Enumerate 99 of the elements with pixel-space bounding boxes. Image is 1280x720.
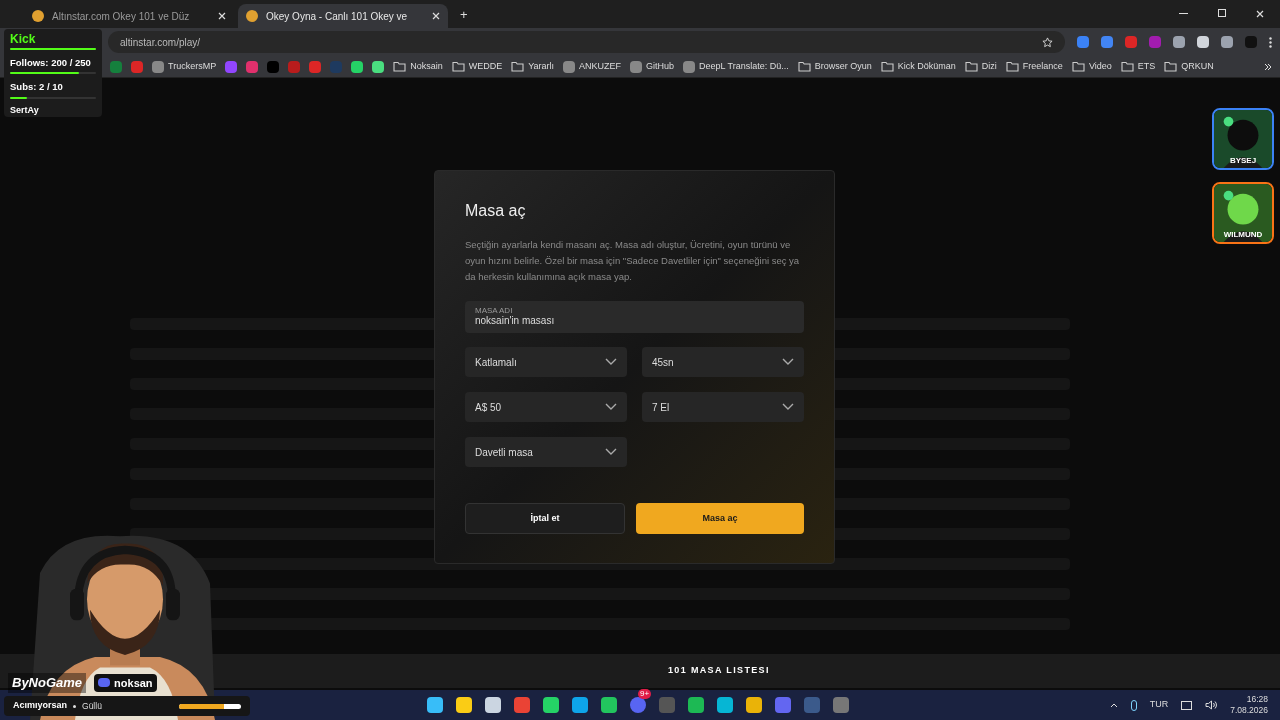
taskbar-app-icon[interactable] — [456, 697, 472, 713]
folder-icon — [880, 61, 894, 72]
follows-goal: Follows: 200 / 250 — [10, 56, 92, 70]
chevron-down-icon — [605, 403, 617, 411]
site-favicon-icon — [246, 10, 258, 22]
close-icon[interactable] — [1256, 10, 1264, 18]
select-dropdown[interactable]: 7 El — [642, 392, 804, 422]
song-artist: Güllü — [82, 699, 102, 713]
field-value: noksain'in masası — [475, 314, 556, 328]
site-favicon-icon — [32, 10, 44, 22]
bookmark[interactable]: Browser Oyun — [797, 59, 872, 74]
bookmark[interactable]: WEDDE — [451, 59, 503, 74]
more-bookmarks-icon[interactable] — [1264, 62, 1272, 71]
subs-goal: Subs: 2 / 10 — [10, 80, 64, 95]
close-icon[interactable] — [218, 12, 226, 20]
guest-name: BYSEJ — [1228, 155, 1258, 167]
notification-badge: 9+ — [638, 689, 652, 699]
platform-title: Kick — [10, 32, 36, 46]
address-bar[interactable]: altinstar.com/play/ — [108, 31, 1065, 53]
browser-tab[interactable]: Altınstar.com Okey 101 ve Düz — [24, 4, 234, 28]
taskbar-app-icon[interactable] — [688, 697, 704, 713]
chevron-down-icon — [605, 448, 617, 456]
extension-icon[interactable] — [1173, 36, 1185, 48]
folder-icon — [511, 61, 525, 72]
taskbar-app-icon[interactable] — [746, 697, 762, 713]
taskbar-app-icon[interactable] — [833, 697, 849, 713]
clock-time: 16:28 — [1246, 694, 1268, 705]
create-table-button[interactable]: Masa aç — [636, 503, 804, 534]
folder-icon — [393, 61, 407, 72]
select-dropdown[interactable]: 45sn — [642, 347, 804, 377]
extension-icon[interactable] — [1101, 36, 1113, 48]
select-dropdown[interactable]: Davetli masa — [465, 437, 627, 467]
folder-icon — [1164, 61, 1178, 72]
tab-title: Altınstar.com Okey 101 ve Düz — [52, 9, 191, 24]
bookmark[interactable]: Yararlı — [511, 59, 555, 74]
folder-icon — [1120, 61, 1134, 72]
bookmark[interactable]: QRKUN — [1164, 59, 1214, 74]
taskbar-app-icon[interactable] — [514, 697, 530, 713]
chevron-down-icon — [605, 358, 617, 366]
bookmark[interactable]: Freelance — [1005, 59, 1063, 74]
taskbar-app-icon[interactable] — [775, 697, 791, 713]
site-icon[interactable] — [683, 60, 696, 73]
site-icon[interactable] — [152, 60, 164, 73]
field-label: MASA ADI — [475, 306, 514, 315]
site-icon[interactable] — [563, 60, 576, 73]
folder-icon — [451, 61, 465, 72]
bookmark[interactable]: TruckersMP — [152, 59, 217, 74]
bookmark[interactable]: Kick Döküman — [880, 59, 956, 74]
latest-supporter: SertAy — [10, 103, 40, 117]
taskbar-app-icon[interactable] — [601, 697, 617, 713]
close-icon[interactable] — [432, 12, 440, 20]
bookmark[interactable]: ETS — [1120, 59, 1156, 74]
taskbar-app-icon[interactable] — [485, 697, 501, 713]
song-title: Acımıyorsan — [13, 699, 68, 713]
bookmark[interactable]: Dizi — [964, 59, 997, 74]
bookmark[interactable]: GitHub — [630, 59, 675, 74]
bookmark[interactable]: Video — [1071, 59, 1112, 74]
dialog-title: Masa aç — [465, 201, 527, 221]
tab-title: Okey Oyna - Canlı 101 Okey ve — [266, 9, 409, 24]
browser-tab[interactable]: Okey Oyna - Canlı 101 Okey ve — [238, 4, 448, 28]
star-icon[interactable] — [1042, 36, 1053, 48]
guest-name: WILMUND — [1222, 229, 1264, 241]
taskbar-app-icon[interactable] — [572, 697, 588, 713]
folder-icon — [1071, 61, 1085, 72]
taskbar-app-icon[interactable] — [630, 697, 646, 713]
cancel-button[interactable]: İptal et — [465, 503, 626, 534]
clock[interactable]: 16:28 7.08.2026 — [1230, 694, 1268, 716]
sponsor-logo: ByNoGame — [8, 673, 87, 693]
taskbar-app-icon[interactable] — [543, 697, 559, 713]
site-icon[interactable] — [630, 60, 643, 73]
url-text: altinstar.com/play/ — [120, 35, 202, 50]
folder-icon — [797, 61, 811, 72]
extension-icon[interactable] — [1221, 36, 1233, 48]
restore-icon[interactable] — [1218, 9, 1226, 17]
keyboard-language[interactable]: TUR — [1149, 698, 1169, 712]
select-dropdown[interactable]: A$ 50 — [465, 392, 627, 422]
bookmark[interactable]: Noksain — [393, 59, 443, 74]
volume-icon[interactable] — [1205, 700, 1218, 710]
taskbar-app-icon[interactable] — [717, 697, 733, 713]
bookmark[interactable]: ANKUZEF — [563, 59, 622, 74]
chevron-down-icon — [782, 403, 794, 411]
menu-icon[interactable] — [1269, 36, 1272, 48]
discord-icon — [98, 678, 111, 688]
bottom-bar-title: 101 MASA LISTESI — [668, 664, 770, 678]
tray-caret-icon[interactable] — [1109, 702, 1118, 708]
table-name-field[interactable]: MASA ADI noksain'in masası — [465, 301, 804, 333]
clock-date: 7.08.2026 — [1230, 705, 1268, 716]
extension-icon[interactable] — [1197, 36, 1209, 48]
taskbar-app-icon[interactable] — [427, 697, 443, 713]
network-icon[interactable] — [1181, 700, 1193, 710]
chevron-down-icon — [782, 358, 794, 366]
new-tab-button[interactable]: + — [460, 5, 468, 25]
dialog-description: Seçtiğin ayarlarla kendi masanı aç. Masa adı oluştur, Ücretini, oyun türünü ve oyun hızını belirle. Özel bir masa için "Sadece Davetliler için" seçeneğini seç ya da herkesin kullanımına açık masa yap. — [465, 238, 801, 284]
folder-icon — [964, 61, 978, 72]
bookmark-icon[interactable] — [372, 60, 385, 73]
folder-icon — [1005, 61, 1019, 72]
bookmark-icon[interactable] — [351, 60, 364, 73]
select-dropdown[interactable]: Katlamalı — [465, 347, 627, 377]
bookmark[interactable]: DeepL Translate: Dü... — [683, 59, 789, 74]
